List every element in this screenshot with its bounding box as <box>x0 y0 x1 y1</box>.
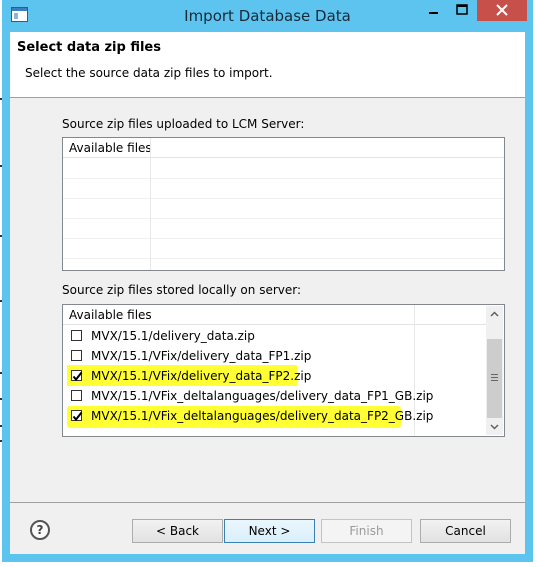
row-line <box>63 198 504 199</box>
thumb-grip <box>491 380 498 381</box>
cancel-button[interactable]: Cancel <box>420 519 511 543</box>
local-files-table[interactable]: Available files MVX/15.1/delivery_data.z… <box>62 304 505 437</box>
uploaded-files-label: Source zip files uploaded to LCM Server: <box>62 117 305 131</box>
maximize-icon <box>456 4 468 15</box>
row-line <box>63 258 504 259</box>
checkmark-icon <box>72 371 83 382</box>
column-divider <box>150 138 151 270</box>
file-name: MVX/15.1/delivery_data.zip <box>91 329 255 343</box>
row-line <box>63 218 504 219</box>
list-item[interactable]: MVX/15.1/delivery_data.zip <box>63 326 487 346</box>
minimize-icon <box>429 12 438 14</box>
thumb-grip <box>491 374 498 375</box>
file-name: MVX/15.1/VFix_deltalanguages/delivery_da… <box>91 409 434 423</box>
file-checkbox[interactable] <box>71 390 82 401</box>
list-item[interactable]: MVX/15.1/VFix/delivery_data_FP1.zip <box>63 346 487 366</box>
checkmark-icon <box>72 411 83 422</box>
file-name: MVX/15.1/VFix_deltalanguages/delivery_da… <box>91 389 434 403</box>
import-dialog-window: Import Database Data Select data zip fil… <box>2 0 533 562</box>
footer-divider <box>10 502 525 503</box>
close-button[interactable] <box>477 0 527 21</box>
dialog-client-area: Select data zip files Select the source … <box>10 32 525 554</box>
help-icon[interactable]: ? <box>30 520 50 540</box>
column-header-label: Available files <box>69 308 152 322</box>
local-files-column-header[interactable]: Available files <box>63 305 487 325</box>
maximize-button[interactable] <box>448 0 476 21</box>
page-subtitle: Select the source data zip files to impo… <box>25 66 273 80</box>
row-line <box>63 238 504 239</box>
uploaded-files-column-header[interactable]: Available files <box>63 138 504 158</box>
file-checkbox[interactable] <box>71 370 83 382</box>
vertical-scrollbar[interactable] <box>486 306 503 435</box>
list-item[interactable]: MVX/15.1/VFix_deltalanguages/delivery_da… <box>63 386 487 406</box>
back-button[interactable]: < Back <box>132 519 223 543</box>
chevron-down-icon <box>490 424 499 430</box>
file-name: MVX/15.1/VFix/delivery_data_FP1.zip <box>91 349 312 363</box>
thumb-grip <box>491 377 498 378</box>
file-checkbox[interactable] <box>71 350 82 361</box>
scroll-down-button[interactable] <box>486 418 503 435</box>
file-name: MVX/15.1/VFix/delivery_data_FP2.zip <box>91 369 312 383</box>
scroll-thumb[interactable] <box>487 339 502 418</box>
row-line <box>63 178 504 179</box>
chevron-up-icon <box>490 311 499 317</box>
column-header-label: Available files <box>69 141 152 155</box>
scroll-up-button[interactable] <box>486 306 503 323</box>
wizard-header: Select data zip files Select the source … <box>10 32 525 98</box>
finish-button[interactable]: Finish <box>321 519 412 543</box>
list-item[interactable]: MVX/15.1/VFix/delivery_data_FP2.zip <box>63 366 487 386</box>
minimize-button[interactable] <box>420 0 447 21</box>
list-item[interactable]: MVX/15.1/VFix_deltalanguages/delivery_da… <box>63 406 487 426</box>
local-files-label: Source zip files stored locally on serve… <box>62 283 302 297</box>
page-title: Select data zip files <box>17 40 161 55</box>
next-button[interactable]: Next > <box>224 519 315 543</box>
title-bar[interactable]: Import Database Data <box>2 0 533 32</box>
close-icon <box>496 4 508 16</box>
uploaded-files-table[interactable]: Available files <box>62 137 505 271</box>
file-checkbox[interactable] <box>71 330 82 341</box>
file-checkbox[interactable] <box>71 410 83 422</box>
